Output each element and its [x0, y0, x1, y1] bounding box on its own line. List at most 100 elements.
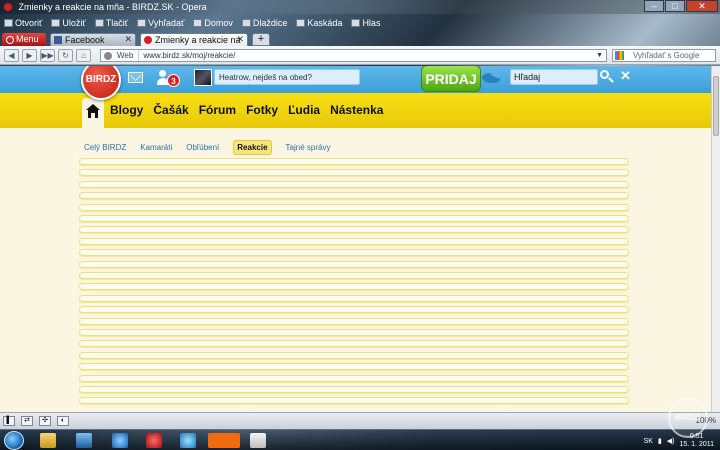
- toolbar-voice-button[interactable]: Hlas: [351, 18, 380, 28]
- feed-row: [79, 317, 629, 325]
- toolbar-home-button[interactable]: Domov: [193, 18, 233, 28]
- tab-bar: Menu Facebook ✕ Zmienky a reakcie na ...…: [0, 31, 720, 55]
- media-player-icon[interactable]: [76, 433, 92, 448]
- page-viewport: BIRDZ 3 Heatrow, nejdeš na obed? PRIDAJ …: [0, 66, 711, 412]
- maximize-button[interactable]: □: [665, 0, 685, 12]
- search-placeholder: Vyhľadať s Google: [633, 51, 700, 60]
- opera-menu-button[interactable]: Menu: [2, 33, 46, 46]
- tab-birdz[interactable]: Zmienky a reakcie na ... ✕: [140, 33, 248, 55]
- explorer-icon[interactable]: [40, 433, 56, 448]
- save-icon: [51, 18, 61, 27]
- scrollbar-thumb[interactable]: [713, 76, 719, 136]
- minimize-button[interactable]: –: [644, 0, 664, 12]
- feed-row: [79, 237, 629, 245]
- chevron-down-icon[interactable]: ▼: [596, 52, 606, 59]
- reload-button[interactable]: ↻: [58, 48, 73, 62]
- window-title: Zmienky a reakcie na mňa - BIRDZ.SK - Op…: [18, 2, 207, 12]
- toolbar-open-label: Otvoriť: [15, 17, 43, 28]
- toolbar-cascade-label: Kaskáda: [307, 17, 343, 28]
- toolbar-tile-button[interactable]: Dlaždice: [241, 18, 287, 28]
- toolbar-find-button[interactable]: Vyhľadať: [137, 18, 184, 28]
- feed-row: [79, 374, 629, 382]
- toolbar-home-label: Domov: [204, 17, 233, 28]
- fast-forward-button[interactable]: ▶▶: [40, 48, 55, 62]
- opera-taskbar-icon[interactable]: [146, 433, 162, 448]
- notification-badge[interactable]: 3: [167, 74, 180, 87]
- turbo-icon[interactable]: ◐: [57, 416, 69, 426]
- search-icon: [137, 18, 147, 27]
- panel-toggle-icon[interactable]: ▌: [3, 416, 15, 426]
- address-field[interactable]: Web www.birdz.sk/moj/reakcie/ ▼: [100, 49, 607, 62]
- avatar[interactable]: [194, 69, 212, 86]
- nav-forum[interactable]: Fórum: [199, 103, 236, 117]
- pridaj-button[interactable]: PRIDAJ: [421, 66, 481, 92]
- sync-icon[interactable]: ⇄: [21, 416, 33, 426]
- network-icon[interactable]: ▮: [658, 437, 662, 445]
- volume-icon[interactable]: ◀): [667, 437, 675, 445]
- google-search-input[interactable]: Vyhľadať s Google: [612, 49, 716, 62]
- unite-icon[interactable]: ✣: [39, 416, 51, 426]
- feed-row: [79, 340, 629, 348]
- nav-nastenka[interactable]: Nástenka: [330, 103, 383, 117]
- toolbar-save-label: Uložiť: [62, 17, 86, 28]
- navigation-toolbar: ◀ ▶ ▶▶ ↻ ⌂ Web www.birdz.sk/moj/reakcie/…: [0, 46, 720, 65]
- tab-close-icon[interactable]: ✕: [124, 34, 132, 45]
- feed-row: [79, 386, 629, 393]
- feed-row: [79, 192, 629, 200]
- close-icon[interactable]: ✕: [620, 69, 632, 83]
- cascade-icon: [296, 18, 306, 27]
- toolbar-voice-label: Hlas: [362, 17, 381, 28]
- feed-row: [79, 306, 629, 314]
- toolbar-print-button[interactable]: Tlačiť: [94, 18, 128, 28]
- feed-row: [79, 397, 629, 405]
- subtab-kamarati[interactable]: Kamaráti: [140, 143, 172, 152]
- web-badge: Web: [101, 50, 140, 61]
- birdz-watermark-logo: BIRDZ: [668, 398, 708, 438]
- nav-fotky[interactable]: Fotky: [246, 103, 278, 117]
- language-indicator[interactable]: SK: [644, 438, 653, 445]
- back-button[interactable]: ◀: [4, 48, 19, 62]
- feed-row: [79, 180, 629, 188]
- feed-row: [79, 272, 629, 279]
- search-icon[interactable]: [600, 70, 614, 84]
- toolbar-save-button[interactable]: Uložiť: [51, 17, 86, 28]
- window-controls: – □ ✕: [644, 0, 718, 12]
- feed-row: [79, 249, 629, 257]
- tab-facebook[interactable]: Facebook ✕: [50, 33, 136, 46]
- nav-ludia[interactable]: Ľudia: [288, 103, 320, 117]
- page-scrollbar[interactable]: [711, 66, 720, 412]
- notepad-taskbar-icon[interactable]: [250, 433, 266, 448]
- home-tab[interactable]: [82, 98, 104, 128]
- app-taskbar-icon[interactable]: [180, 433, 196, 448]
- url-text[interactable]: www.birdz.sk/moj/reakcie/: [139, 51, 596, 60]
- window-title-bar: Zmienky a reakcie na mňa - BIRDZ.SK - Op…: [0, 0, 720, 14]
- subtab-reakcie[interactable]: Reakcie: [233, 140, 272, 155]
- nav-blogy[interactable]: Blogy: [110, 103, 143, 117]
- nav-casak[interactable]: Čašák: [153, 103, 188, 117]
- new-tab-button[interactable]: +: [252, 33, 270, 46]
- subtab-cely-birdz[interactable]: Celý BIRDZ: [84, 143, 126, 152]
- feed-row: [79, 169, 629, 177]
- subtab-tajne-spravy[interactable]: Tajné správy: [286, 143, 331, 152]
- feed-row: [79, 294, 629, 302]
- window-close-button[interactable]: ✕: [686, 0, 718, 12]
- toolbar-cascade-button[interactable]: Kaskáda: [296, 18, 342, 28]
- tile-icon: [241, 18, 251, 27]
- orange-taskbar-icon[interactable]: [208, 433, 240, 448]
- subtab-oblubeni[interactable]: Obľúbení: [186, 143, 219, 152]
- internet-explorer-icon[interactable]: [112, 433, 128, 448]
- start-button[interactable]: [4, 431, 24, 450]
- toolbar-open-button[interactable]: Otvoriť: [4, 18, 42, 28]
- bookmarks-toolbar: Otvoriť Uložiť Tlačiť Vyhľadať Domov Dla…: [0, 14, 720, 31]
- opera-icon: [4, 3, 12, 11]
- feed-row: [79, 158, 629, 165]
- forward-button[interactable]: ▶: [22, 48, 37, 62]
- tab-close-icon[interactable]: ✕: [236, 34, 244, 45]
- mail-icon[interactable]: [128, 72, 143, 83]
- print-icon: [94, 18, 104, 27]
- status-input[interactable]: Heatrow, nejdeš na obed?: [214, 69, 360, 85]
- home-button[interactable]: ⌂: [76, 48, 91, 62]
- feed-row: [79, 363, 629, 371]
- site-search-input[interactable]: Hľadaj: [510, 69, 598, 85]
- feed-row: [79, 203, 629, 211]
